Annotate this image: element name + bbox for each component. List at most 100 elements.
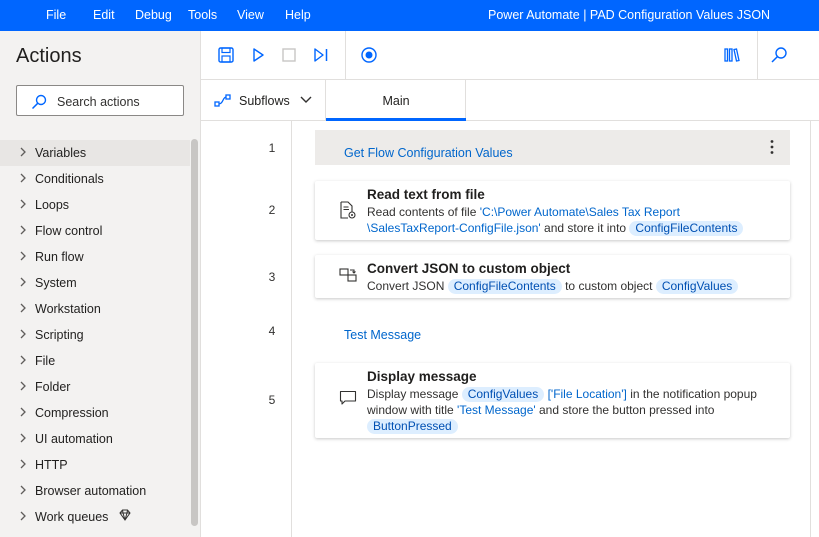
category-label: Flow control (35, 224, 103, 238)
category-conditionals[interactable]: Conditionals (0, 166, 190, 192)
category-label: UI automation (35, 432, 113, 446)
category-label: Scripting (35, 328, 84, 342)
variable-pill: ConfigFileContents (447, 279, 562, 294)
search-placeholder: Search actions (57, 95, 140, 109)
chevron-right-icon (20, 407, 26, 417)
category-label: Work queues (35, 510, 109, 524)
desc-text: Convert JSON (367, 279, 448, 293)
record-icon[interactable] (359, 45, 379, 65)
category-work-queues[interactable]: Work queues (0, 504, 190, 530)
region-block[interactable]: Get Flow Configuration Values (315, 130, 790, 165)
window-title: Power Automate | PAD Configuration Value… (488, 8, 771, 22)
convert-json-icon (339, 268, 357, 282)
menu-view[interactable]: View (237, 8, 264, 22)
action-description: Convert JSON ConfigFileContents to custo… (367, 278, 739, 294)
chevron-right-icon (20, 277, 26, 287)
menu-tools[interactable]: Tools (188, 8, 217, 22)
category-workstation[interactable]: Workstation (0, 296, 190, 322)
run-icon[interactable] (248, 45, 268, 65)
chevron-right-icon (20, 147, 26, 157)
search-actions-input[interactable]: Search actions (16, 85, 184, 116)
desc-text: to custom object (561, 279, 656, 293)
search-icon (31, 94, 47, 110)
tab-bar: Subflows Main (201, 80, 819, 121)
menu-edit[interactable]: Edit (93, 8, 115, 22)
action-card-display-message[interactable]: Display message Display message ConfigVa… (315, 363, 790, 438)
category-label: Workstation (35, 302, 101, 316)
category-label: System (35, 276, 77, 290)
category-label: Compression (35, 406, 109, 420)
read-file-icon (340, 201, 356, 219)
category-system[interactable]: System (0, 270, 190, 296)
desc-text: in the notification popup (626, 387, 757, 401)
category-flow-control[interactable]: Flow control (0, 218, 190, 244)
category-label: Conditionals (35, 172, 104, 186)
category-label: File (35, 354, 56, 368)
line-number-gutter (201, 121, 292, 537)
tab-main[interactable]: Main (326, 80, 466, 121)
action-title: Convert JSON to custom object (367, 261, 571, 276)
actions-scrollbar[interactable] (191, 139, 198, 526)
category-loops[interactable]: Loops (0, 192, 190, 218)
chevron-right-icon (20, 225, 26, 235)
actions-panel-title: Actions (16, 45, 82, 67)
category-run-flow[interactable]: Run flow (0, 244, 190, 270)
comment-label[interactable]: Test Message (344, 328, 421, 342)
chevron-right-icon (20, 511, 26, 521)
file-path: 'C:\Power Automate\Sales Tax Report (479, 205, 680, 219)
toolbar-separator (345, 31, 346, 79)
category-ui-automation[interactable]: UI automation (0, 426, 190, 452)
title-bar: File Edit Debug Tools View Help Power Au… (0, 0, 819, 31)
stop-icon[interactable] (279, 45, 299, 65)
chevron-right-icon (20, 303, 26, 313)
toolbar-separator (757, 31, 758, 79)
action-card-convert-json[interactable]: Convert JSON to custom object Convert JS… (315, 255, 790, 298)
category-compression[interactable]: Compression (0, 400, 190, 426)
more-options-icon[interactable] (770, 139, 774, 155)
category-label: Run flow (35, 250, 84, 264)
line-number: 2 (268, 203, 276, 217)
menu-file[interactable]: File (46, 8, 66, 22)
editor-border (810, 121, 811, 537)
save-icon[interactable] (216, 45, 236, 65)
desc-text: Display message (367, 387, 462, 401)
variable-pill: ConfigFileContents (629, 221, 744, 236)
actions-panel: Actions Search actions Variables Conditio… (0, 31, 201, 537)
run-next-action-icon[interactable] (311, 45, 331, 65)
chevron-right-icon (20, 459, 26, 469)
line-number: 1 (268, 141, 276, 155)
chevron-right-icon (20, 485, 26, 495)
chevron-right-icon (20, 329, 26, 339)
assets-library-icon[interactable] (722, 45, 742, 65)
file-path: \SalesTaxReport-ConfigFile.json' (367, 221, 541, 235)
category-label: Folder (35, 380, 71, 394)
chevron-right-icon (20, 251, 26, 261)
action-description: Display message ConfigValues ['File Loca… (367, 386, 757, 434)
action-card-read-text-from-file[interactable]: Read text from file Read contents of fil… (315, 181, 790, 240)
category-http[interactable]: HTTP (0, 452, 190, 478)
subflows-dropdown[interactable]: Subflows (201, 80, 326, 120)
chevron-right-icon (20, 173, 26, 183)
desc-text: and store it into (540, 221, 630, 235)
subflows-label: Subflows (239, 94, 290, 108)
category-variables[interactable]: Variables (0, 140, 190, 166)
category-file[interactable]: File (0, 348, 190, 374)
menu-debug[interactable]: Debug (135, 8, 172, 22)
category-browser-automation[interactable]: Browser automation (0, 478, 190, 504)
action-title: Read text from file (367, 187, 485, 202)
category-scripting[interactable]: Scripting (0, 322, 190, 348)
category-folder[interactable]: Folder (0, 374, 190, 400)
chevron-right-icon (20, 199, 26, 209)
search-icon[interactable] (769, 45, 789, 65)
line-number: 3 (268, 270, 276, 284)
message-icon (339, 390, 357, 405)
subflows-icon (214, 94, 231, 107)
chevron-right-icon (20, 381, 26, 391)
variable-pill: ConfigValues (655, 279, 739, 294)
menu-help[interactable]: Help (285, 8, 311, 22)
action-title: Display message (367, 369, 477, 384)
chevron-right-icon (20, 355, 26, 365)
category-label: Loops (35, 198, 70, 212)
premium-icon (119, 509, 131, 521)
variable-pill: ButtonPressed (367, 419, 458, 434)
